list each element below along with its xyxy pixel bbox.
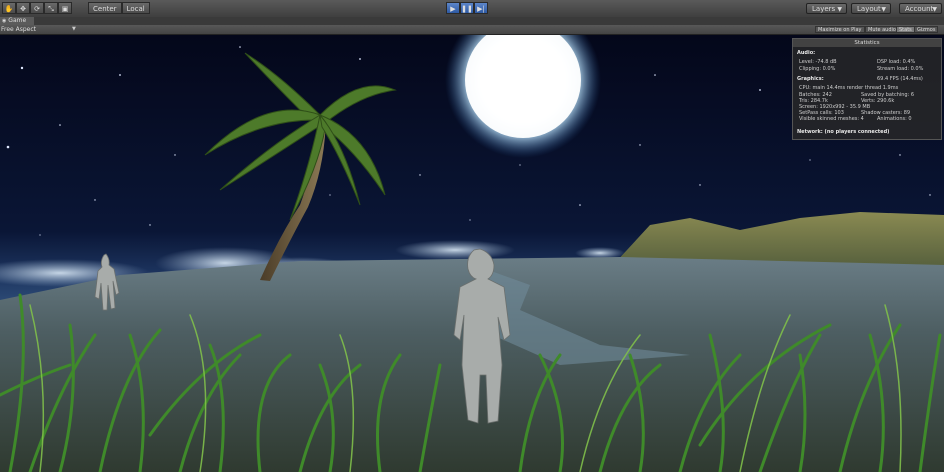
stream-load: Stream load: 0.0% [877, 66, 924, 72]
pause-button[interactable]: ❚❚ [460, 2, 474, 14]
maximize-on-play-toggle[interactable]: Maximize on Play [815, 26, 865, 33]
statistics-title: Statistics [793, 39, 941, 47]
gizmos-dropdown[interactable]: Gizmos [914, 26, 939, 33]
cpu-time: CPU: main 14.4ms render thread 1.9ms [799, 85, 899, 91]
dsp-load: DSP load: 0.4% [877, 59, 916, 65]
game-view-toolbar: Free Aspect ▼ Maximize on Play Mute audi… [0, 25, 944, 35]
audio-header: Audio: [797, 50, 816, 56]
animations: Animations: 0 [877, 116, 912, 122]
layout-label: Layout [857, 5, 881, 13]
fps-readout: 69.4 FPS (14.4ms) [877, 76, 923, 82]
layers-label: Layers [812, 5, 836, 13]
tab-game[interactable]: ◉ Game [0, 17, 35, 25]
aspect-dropdown[interactable]: Free Aspect [1, 25, 36, 34]
mute-audio-toggle[interactable]: Mute audio [865, 26, 899, 33]
pivot-toggles: Center Local [88, 2, 150, 14]
scale-tool-icon[interactable]: ⤡ [44, 2, 58, 14]
chevron-down-icon: ▼ [837, 6, 842, 13]
game-controller-icon: ◉ [2, 18, 7, 24]
rotate-tool-icon[interactable]: ⟳ [30, 2, 44, 14]
account-label: Account [905, 5, 934, 13]
main-toolbar: ✋ ✥ ⟳ ⤡ ▣ Center Local ▶ ❚❚ ▶| Layers ▼ L… [0, 0, 944, 18]
rect-tool-icon[interactable]: ▣ [58, 2, 72, 14]
play-button[interactable]: ▶ [446, 2, 460, 14]
audio-clipping: Clipping: 0.0% [799, 66, 836, 72]
audio-level: Level: -74.8 dB [799, 59, 837, 65]
tab-strip: ◉ Game [0, 17, 944, 25]
hand-tool-icon[interactable]: ✋ [2, 2, 16, 14]
visible-skinned-meshes: Visible skinned meshes: 4 [799, 116, 864, 122]
chevron-down-icon: ▼ [72, 26, 76, 32]
statistics-panel: Statistics Audio: Level: -74.8 dB DSP lo… [792, 38, 942, 140]
layers-dropdown[interactable]: Layers ▼ [806, 3, 847, 14]
playmode-controls: ▶ ❚❚ ▶| [446, 2, 488, 14]
network-status: Network: (no players connected) [797, 129, 890, 135]
move-tool-icon[interactable]: ✥ [16, 2, 30, 14]
unity-editor-window: ✋ ✥ ⟳ ⤡ ▣ Center Local ▶ ❚❚ ▶| Layers ▼ L… [0, 0, 944, 472]
pivot-center-button[interactable]: Center [88, 2, 122, 14]
account-dropdown[interactable]: Account ▼ [899, 3, 942, 14]
graphics-header: Graphics: [797, 76, 824, 82]
chevron-down-icon: ▼ [932, 6, 937, 13]
transform-tools: ✋ ✥ ⟳ ⤡ ▣ [2, 2, 72, 14]
stats-toggle[interactable]: Stats [896, 26, 915, 33]
tab-game-label: Game [8, 17, 27, 24]
layout-dropdown[interactable]: Layout ▼ [851, 3, 891, 14]
step-button[interactable]: ▶| [474, 2, 488, 14]
chevron-down-icon: ▼ [881, 6, 886, 13]
space-local-button[interactable]: Local [121, 2, 150, 14]
